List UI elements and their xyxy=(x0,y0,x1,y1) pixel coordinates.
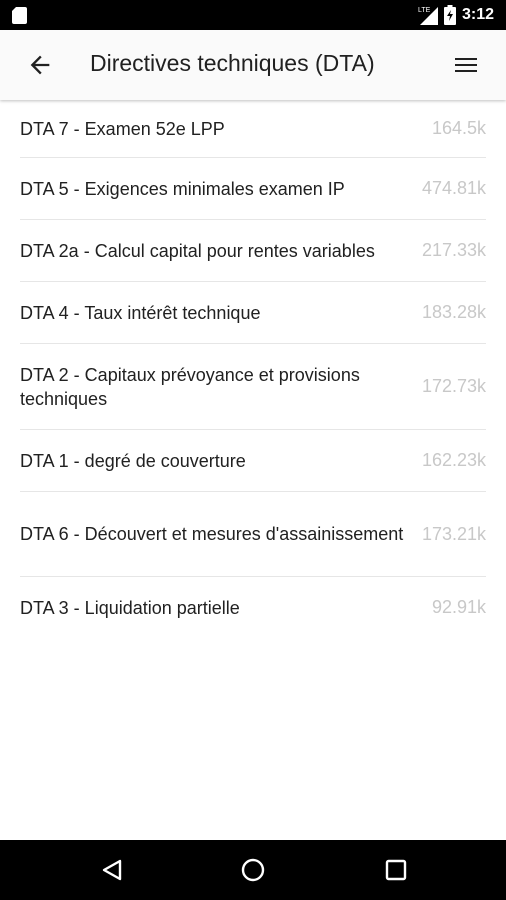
document-size: 92.91k xyxy=(431,597,486,617)
list-item[interactable]: DTA 1 - degré de couverture 162.23k xyxy=(20,430,486,492)
document-size: 217.33k xyxy=(421,240,486,260)
lte-signal-icon: LTE xyxy=(418,7,438,25)
document-size: 173.21k xyxy=(421,523,486,544)
document-title: DTA 5 - Exigences minimales examen IP xyxy=(20,178,345,199)
list-item[interactable]: DTA 2a - Calcul capital pour rentes vari… xyxy=(20,220,486,282)
document-list: DTA 7 - Examen 52e LPP 164.5k DTA 5 - Ex… xyxy=(0,100,506,638)
document-size: 164.5k xyxy=(431,118,486,138)
status-time: 3:12 xyxy=(461,6,494,23)
hamburger-menu-icon[interactable] xyxy=(454,53,478,77)
document-title: DTA 7 - Examen 52e LPP xyxy=(20,118,225,139)
svg-text:LTE: LTE xyxy=(418,7,431,14)
list-item[interactable]: DTA 4 - Taux intérêt technique 183.28k xyxy=(20,282,486,344)
document-title: DTA 4 - Taux intérêt technique xyxy=(20,302,261,323)
document-title: DTA 2 - Capitaux prévoyance et provision… xyxy=(20,364,360,409)
system-nav-bar xyxy=(0,840,506,900)
list-item[interactable]: DTA 5 - Exigences minimales examen IP 47… xyxy=(20,158,486,220)
arrow-left-icon[interactable] xyxy=(26,51,54,79)
page-title: Directives techniques (DTA) xyxy=(90,50,375,76)
list-item[interactable]: DTA 7 - Examen 52e LPP 164.5k xyxy=(20,100,486,158)
battery-icon xyxy=(443,5,456,25)
app-bar: Directives techniques (DTA) xyxy=(0,30,506,100)
home-circle-icon[interactable] xyxy=(241,858,265,882)
list-item[interactable]: DTA 6 - Découvert et mesures d'assainiss… xyxy=(20,492,486,577)
back-triangle-icon[interactable] xyxy=(100,858,124,882)
status-bar: LTE 3:12 xyxy=(0,0,506,30)
document-size: 474.81k xyxy=(421,178,486,198)
recents-square-icon[interactable] xyxy=(384,858,408,882)
list-item[interactable]: DTA 3 - Liquidation partielle 92.91k xyxy=(20,577,486,638)
document-title: DTA 3 - Liquidation partielle xyxy=(20,597,240,618)
sim-card-icon xyxy=(12,7,27,24)
document-title: DTA 2a - Calcul capital pour rentes vari… xyxy=(20,240,375,261)
status-icons: LTE 3:12 xyxy=(418,4,494,26)
document-size: 162.23k xyxy=(421,450,486,470)
document-size: 172.73k xyxy=(421,376,486,396)
document-size: 183.28k xyxy=(421,302,486,322)
list-item[interactable]: DTA 2 - Capitaux prévoyance et provision… xyxy=(20,344,486,430)
document-title: DTA 6 - Découvert et mesures d'assainiss… xyxy=(20,524,404,544)
document-title: DTA 1 - degré de couverture xyxy=(20,450,246,471)
